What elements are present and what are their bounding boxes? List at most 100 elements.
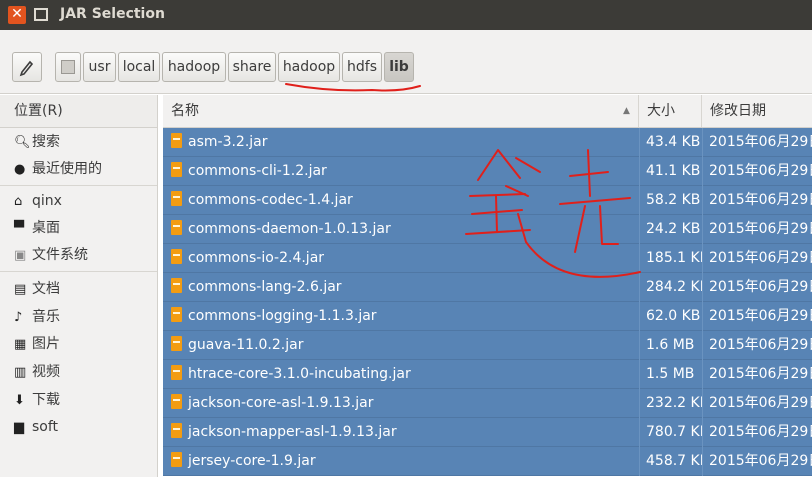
sidebar-item-downloads[interactable]: ⬇ 下载 [0,387,157,413]
sidebar-item-label: 音乐 [32,309,60,325]
download-icon: ⬇ [14,393,25,408]
videos-icon: ▥ [14,365,27,380]
sidebar-item-search[interactable]: 🔍︎搜索 [0,129,157,155]
sidebar-item-label: qinx [32,193,62,209]
crumb-hdfs[interactable]: hdfs [342,52,382,82]
pencil-icon [19,60,34,77]
file-row[interactable]: htrace-core-3.1.0-incubating.jar 1.5 MB … [163,360,812,389]
search-icon: 🔍︎ [14,135,31,150]
file-date: 2015年06月29日 [702,331,812,360]
file-name: commons-io-2.4.jar [188,250,325,266]
window-title: JAR Selection [60,6,165,22]
column-header-name-label: 名称 [171,103,199,119]
file-name: guava-11.0.2.jar [188,337,304,353]
file-row[interactable]: commons-codec-1.4.jar 58.2 KB 2015年06月29… [163,186,812,215]
file-row[interactable]: commons-daemon-1.0.13.jar 24.2 KB 2015年0… [163,215,812,244]
crumb-local[interactable]: local [118,52,160,82]
file-name: jackson-core-asl-1.9.13.jar [188,395,374,411]
path-bar: usr local hadoop share hadoop hdfs lib [0,30,812,94]
file-date: 2015年06月29日 [702,389,812,418]
jar-file-icon [171,162,182,177]
sidebar-item-soft[interactable]: ▆ soft [0,414,157,440]
file-date: 2015年06月29日 [702,447,812,476]
edit-location-button[interactable] [12,52,42,82]
sidebar-item-label: 搜索 [32,134,60,150]
crumb-hadoop[interactable]: hadoop [162,52,226,82]
jar-file-icon [171,249,182,264]
sidebar-separator [0,185,157,186]
file-date: 2015年06月29日 [702,302,812,331]
maximize-icon[interactable] [34,8,48,21]
crumb-lib[interactable]: lib [384,52,414,82]
jar-file-icon [171,278,182,293]
file-row[interactable]: guava-11.0.2.jar 1.6 MB 2015年06月29日 [163,331,812,360]
column-headers: 名称 ▲ 大小 修改日期 [163,95,812,128]
sidebar-separator [0,271,157,272]
file-row[interactable]: jackson-core-asl-1.9.13.jar 232.2 KB 201… [163,389,812,418]
file-list: asm-3.2.jar 43.4 KB 2015年06月29日 commons-… [163,128,812,477]
file-size: 62.0 KB [639,302,702,331]
file-name: commons-cli-1.2.jar [188,163,327,179]
file-name: commons-codec-1.4.jar [188,192,353,208]
home-icon: ⌂ [14,194,23,209]
jar-file-icon [171,220,182,235]
crumb-share[interactable]: share [228,52,276,82]
file-row[interactable]: jackson-mapper-asl-1.9.13.jar 780.7 KB 2… [163,418,812,447]
file-name: commons-daemon-1.0.13.jar [188,221,391,237]
recent-icon: ● [14,162,26,177]
jar-file-icon [171,365,182,380]
crumb-usr[interactable]: usr [83,52,116,82]
sidebar-item-videos[interactable]: ▥ 视频 [0,359,157,385]
sidebar-item-pictures[interactable]: ▦ 图片 [0,331,157,357]
sidebar-item-desktop[interactable]: ▀ 桌面 [0,215,157,241]
file-date: 2015年06月29日 [702,215,812,244]
file-size: 780.7 KB [639,418,702,447]
sidebar-item-recent[interactable]: ● 最近使用的 [0,156,157,182]
sidebar-item-label: 视频 [32,364,60,380]
desktop-icon: ▀ [14,221,24,236]
crumb-hadoop-2[interactable]: hadoop [278,52,340,82]
file-size: 41.1 KB [639,157,702,186]
file-size: 24.2 KB [639,215,702,244]
sidebar-item-label: 最近使用的 [32,161,102,177]
column-header-date[interactable]: 修改日期 [702,95,812,127]
file-size: 1.6 MB [639,331,702,360]
jar-file-icon [171,394,182,409]
file-date: 2015年06月29日 [702,128,812,157]
folder-icon: ▆ [14,420,24,435]
file-name: jackson-mapper-asl-1.9.13.jar [188,424,397,440]
column-header-name[interactable]: 名称 ▲ [163,95,639,127]
sidebar-item-label: 下载 [32,392,60,408]
pictures-icon: ▦ [14,337,27,352]
file-row[interactable]: commons-lang-2.6.jar 284.2 KB 2015年06月29… [163,273,812,302]
sidebar-item-music[interactable]: ♪ 音乐 [0,304,157,330]
file-size: 232.2 KB [639,389,702,418]
file-size: 1.5 MB [639,360,702,389]
sidebar-item-filesystem[interactable]: ▣ 文件系统 [0,242,157,268]
file-name: commons-logging-1.1.3.jar [188,308,377,324]
file-row[interactable]: jersey-core-1.9.jar 458.7 KB 2015年06月29日 [163,447,812,476]
crumb-root-button[interactable] [55,52,81,82]
close-icon[interactable]: ✕ [8,6,26,24]
title-bar: ✕ JAR Selection [0,0,812,30]
jar-file-icon [171,133,182,148]
file-size: 458.7 KB [639,447,702,476]
file-date: 2015年06月29日 [702,157,812,186]
sidebar-item-home[interactable]: ⌂ qinx [0,188,157,214]
sidebar-item-documents[interactable]: ▤ 文档 [0,276,157,302]
file-row[interactable]: asm-3.2.jar 43.4 KB 2015年06月29日 [163,128,812,157]
file-row[interactable]: commons-io-2.4.jar 185.1 KB 2015年06月29日 [163,244,812,273]
file-size: 185.1 KB [639,244,702,273]
file-date: 2015年06月29日 [702,418,812,447]
file-date: 2015年06月29日 [702,273,812,302]
file-row[interactable]: commons-cli-1.2.jar 41.1 KB 2015年06月29日 [163,157,812,186]
column-header-size[interactable]: 大小 [639,95,702,127]
sort-ascending-icon: ▲ [623,106,630,116]
places-sidebar: 位置(R) 🔍︎搜索 ● 最近使用的 ⌂ qinx ▀ 桌面 ▣ 文件系统 ▤ 文档 ♪ 音… [0,95,158,477]
file-date: 2015年06月29日 [702,360,812,389]
sidebar-item-label: 桌面 [32,220,60,236]
file-size: 58.2 KB [639,186,702,215]
file-row[interactable]: commons-logging-1.1.3.jar 62.0 KB 2015年0… [163,302,812,331]
file-date: 2015年06月29日 [702,186,812,215]
documents-icon: ▤ [14,282,27,297]
